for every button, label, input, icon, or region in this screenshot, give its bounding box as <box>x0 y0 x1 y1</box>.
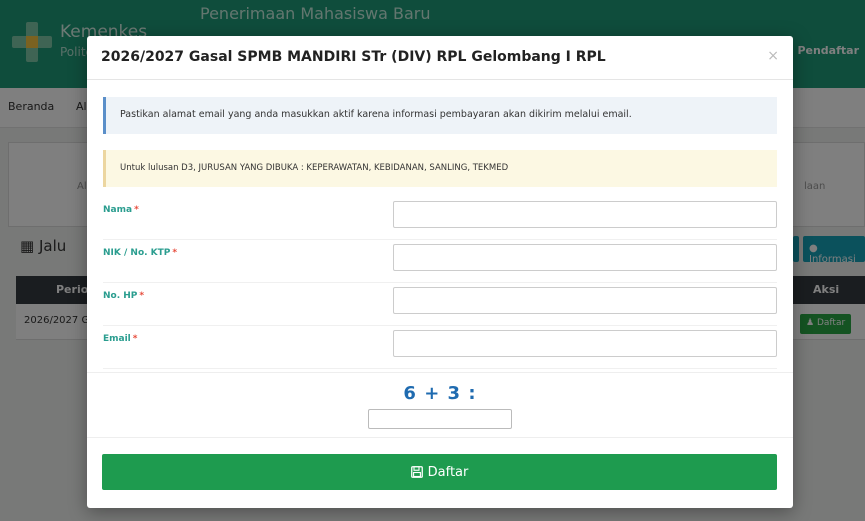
nama-label: Nama * <box>103 205 139 215</box>
email-label: Email * <box>103 334 138 344</box>
daftar-submit-button[interactable]: Daftar <box>102 454 777 490</box>
save-icon <box>410 466 423 478</box>
hp-label: No. HP * <box>103 291 145 301</box>
form-row-nik: NIK / No. KTP * <box>103 240 777 283</box>
form-row-hp: No. HP * <box>103 283 777 326</box>
registration-modal: 2026/2027 Gasal SPMB MANDIRI STr (DIV) R… <box>87 36 793 508</box>
d3-warning-alert: Untuk lulusan D3, JURUSAN YANG DIBUKA : … <box>103 150 777 187</box>
required-marker: * <box>172 248 178 258</box>
form-row-nama: Nama * <box>103 197 777 240</box>
email-info-alert: Pastikan alamat email yang anda masukkan… <box>103 97 777 134</box>
captcha-area: 6 + 3 : <box>87 372 793 438</box>
close-icon[interactable]: × <box>767 48 779 64</box>
nik-label: NIK / No. KTP * <box>103 248 178 258</box>
modal-header: 2026/2027 Gasal SPMB MANDIRI STr (DIV) R… <box>87 36 793 80</box>
hp-input[interactable] <box>393 287 777 314</box>
captcha-question: 6 + 3 : <box>403 383 477 404</box>
email-input[interactable] <box>393 330 777 357</box>
required-marker: * <box>139 291 145 301</box>
form-row-email: Email * <box>103 326 777 369</box>
nama-input[interactable] <box>393 201 777 228</box>
required-marker: * <box>132 334 138 344</box>
modal-title: 2026/2027 Gasal SPMB MANDIRI STr (DIV) R… <box>101 49 606 65</box>
captcha-input[interactable] <box>368 409 512 429</box>
nik-input[interactable] <box>393 244 777 271</box>
submit-label: Daftar <box>427 464 469 480</box>
required-marker: * <box>134 205 139 215</box>
